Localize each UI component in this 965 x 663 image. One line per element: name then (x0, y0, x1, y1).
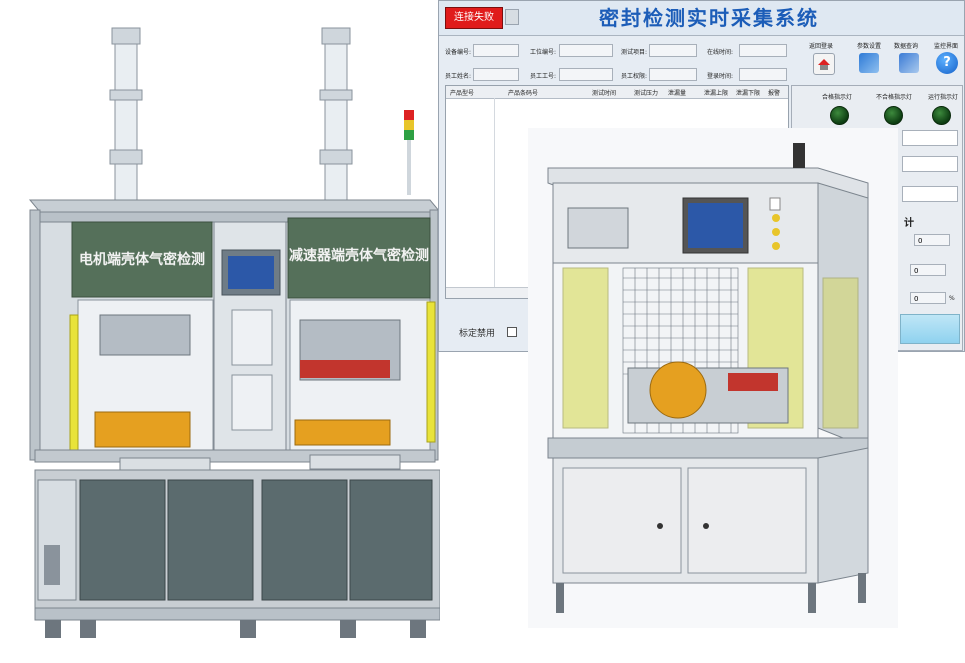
data-query-label: 数据查询 (894, 43, 919, 50)
calibration-disable-label: 标定禁用 (459, 329, 496, 339)
col-header: 测试时间 (592, 90, 617, 97)
employee-perm-label: 员工权限: (621, 73, 648, 80)
help-icon[interactable]: ? (936, 52, 958, 74)
col-header: 泄漏下限 (736, 90, 761, 97)
back-login-label: 返回登录 (809, 43, 834, 50)
top-cylinders (109, 27, 353, 211)
calibration-disable-checkbox[interactable] (507, 327, 517, 337)
stats-title: 计 (904, 218, 914, 229)
login-time-label: 登录时间: (707, 73, 734, 80)
workpiece-left (94, 411, 191, 448)
employee-name-field[interactable] (473, 68, 519, 81)
col-header: 报警 (768, 90, 781, 97)
table-header: 产品型号 产品条码号 测试时间 测试压力 泄漏量 泄漏上限 泄漏下限 报警 (446, 86, 788, 99)
tower-light (793, 143, 805, 168)
col-header: 泄漏上限 (704, 90, 729, 97)
employee-perm-field[interactable] (649, 68, 697, 81)
col-header: 测试压力 (634, 90, 659, 97)
run-lamp-label: 运行指示灯 (928, 94, 959, 101)
page-title: 密封检测实时采集系统 (599, 6, 819, 30)
query-icon[interactable] (899, 53, 919, 73)
online-time-field[interactable] (739, 44, 787, 57)
pass-lamp (830, 106, 849, 125)
fail-lamp-label: 不合格指示灯 (876, 94, 913, 101)
cabinet-door (261, 479, 348, 601)
login-time-field[interactable] (739, 68, 787, 81)
col-header: 泄漏量 (668, 90, 687, 97)
test-item-field[interactable] (649, 44, 697, 57)
connect-status-button[interactable]: 连接失败 (445, 7, 503, 29)
cabinet-door (349, 479, 433, 601)
device-no-label: 设备编号: (445, 49, 472, 56)
cabinet-door (167, 479, 254, 601)
col-header: 产品型号 (450, 90, 475, 97)
cabinet-door (562, 467, 682, 574)
col-header: 产品条码号 (508, 90, 539, 97)
stat-value: 0 (910, 264, 946, 276)
online-time-label: 在线时间: (707, 49, 734, 56)
tower-light (404, 110, 414, 195)
workpiece-right (294, 419, 391, 446)
percent-unit: % (949, 295, 955, 302)
dual-station-leak-test-machine: 电机端壳体气密检测 减速器端壳体气密检测 (28, 27, 440, 638)
single-station-leak-test-machine (528, 128, 898, 628)
device-no-field[interactable] (473, 44, 519, 57)
panel-right-label: 减速器端壳体气密检测 (289, 247, 429, 264)
stat-value: 0 (914, 234, 950, 246)
column-divider (446, 98, 495, 287)
pass-lamp-label: 合格指示灯 (822, 94, 853, 101)
workpiece (649, 361, 707, 419)
station-no-label: 工位编号: (530, 49, 557, 56)
stat-value: 0 (910, 292, 946, 304)
cabinet-door (687, 467, 807, 574)
cabinet-door (79, 479, 166, 601)
action-button[interactable] (900, 314, 960, 344)
employee-name-label: 员工姓名: (445, 73, 472, 80)
select-field[interactable] (902, 156, 958, 172)
text-field[interactable] (902, 186, 958, 202)
run-lamp (932, 106, 951, 125)
fail-lamp (884, 106, 903, 125)
select-field[interactable] (902, 130, 958, 146)
settings-icon[interactable] (859, 53, 879, 73)
employee-id-field[interactable] (559, 68, 613, 81)
employee-id-label: 员工工号: (530, 73, 557, 80)
connect-indicator (505, 9, 519, 25)
test-item-label: 测试项目: (621, 49, 648, 56)
panel-left-label: 电机端壳体气密检测 (79, 251, 205, 268)
param-settings-label: 参数设置 (857, 43, 882, 50)
home-icon[interactable] (813, 53, 835, 75)
monitor-ui-label: 监控界面 (934, 43, 959, 50)
station-no-field[interactable] (559, 44, 613, 57)
